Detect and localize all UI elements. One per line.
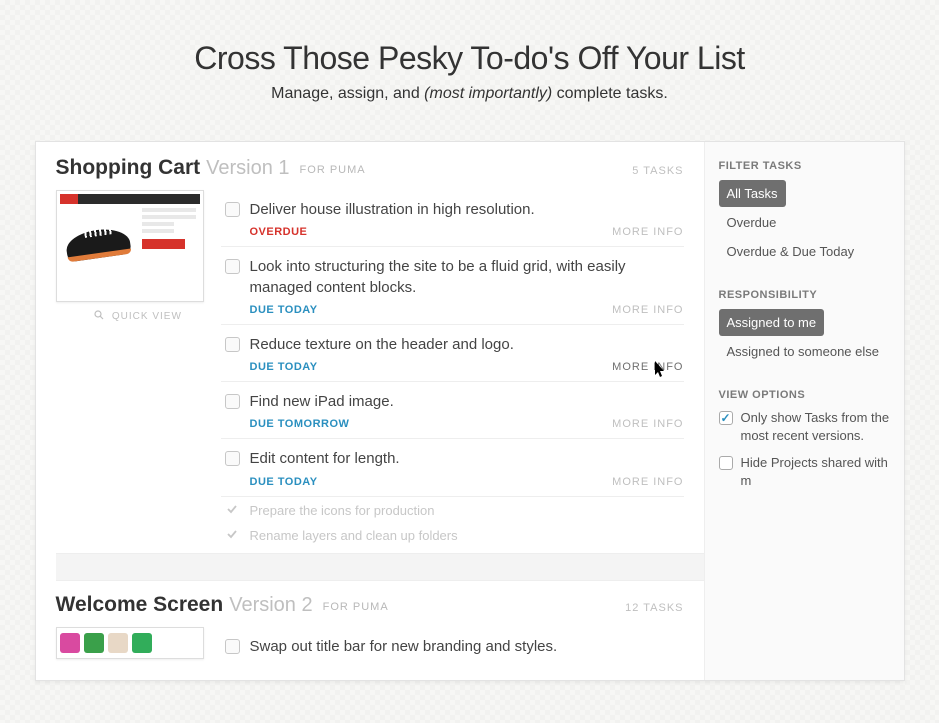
task-checkbox[interactable] — [225, 259, 240, 274]
check-icon — [225, 528, 240, 543]
section-header: Welcome Screen Version 2 FOR PUMA 12 TAS… — [56, 593, 704, 617]
filter-overdue[interactable]: Overdue — [719, 209, 890, 236]
more-info-button[interactable]: MORE INFO — [612, 418, 683, 430]
task-row: Edit content for length. DUE TODAY MORE … — [221, 439, 684, 496]
sidebar-heading-responsibility: RESPONSIBILITY — [719, 289, 890, 301]
task-checkbox[interactable] — [225, 337, 240, 352]
task-row: Find new iPad image. DUE TOMORROW MORE I… — [221, 382, 684, 439]
more-info-button[interactable]: MORE INFO — [612, 361, 683, 373]
sidebar-heading-view-options: VIEW OPTIONS — [719, 389, 890, 401]
section-title: Welcome Screen — [56, 593, 224, 617]
more-info-button[interactable]: MORE INFO — [612, 304, 683, 316]
screen-thumbnail[interactable] — [56, 627, 204, 659]
task-row: Swap out title bar for new branding and … — [221, 627, 684, 665]
task-row: Look into structuring the site to be a f… — [221, 247, 684, 325]
task-checkbox[interactable] — [225, 202, 240, 217]
more-info-button[interactable]: MORE INFO — [612, 476, 683, 488]
view-option-hide-shared[interactable]: Hide Projects shared with m — [719, 454, 890, 489]
task-checkbox[interactable] — [225, 394, 240, 409]
task-text: Look into structuring the site to be a f… — [250, 257, 684, 298]
cursor-icon — [654, 361, 668, 379]
task-text: Edit content for length. — [250, 449, 400, 469]
section-task-count: 12 TASKS — [625, 602, 683, 614]
task-text: Deliver house illustration in high resol… — [250, 200, 535, 220]
section-header: Shopping Cart Version 1 FOR PUMA 5 TASKS — [56, 156, 704, 180]
checkbox-icon[interactable] — [719, 411, 733, 425]
tasks-panel: Shopping Cart Version 1 FOR PUMA 5 TASKS — [35, 141, 905, 681]
completed-task-row: Prepare the icons for production — [221, 497, 684, 522]
checkbox-icon[interactable] — [719, 456, 733, 470]
filter-overdue-due-today[interactable]: Overdue & Due Today — [719, 238, 890, 265]
completed-task-row: Rename layers and clean up folders — [221, 522, 684, 547]
screen-thumbnail[interactable] — [56, 190, 204, 302]
responsibility-assigned-to-someone-else[interactable]: Assigned to someone else — [719, 338, 890, 365]
more-info-button[interactable]: MORE INFO — [612, 226, 683, 238]
page-subtitle: Manage, assign, and (most importantly) c… — [20, 85, 919, 103]
section-client: FOR PUMA — [323, 601, 389, 613]
due-badge: DUE TODAY — [250, 304, 318, 316]
task-checkbox[interactable] — [225, 639, 240, 654]
task-text: Find new iPad image. — [250, 392, 394, 412]
filter-sidebar: FILTER TASKS All Tasks Overdue Overdue &… — [704, 142, 904, 680]
check-icon — [225, 503, 240, 518]
section-version: Version 2 — [229, 594, 312, 617]
task-text: Swap out title bar for new branding and … — [250, 637, 558, 657]
due-badge: DUE TODAY — [250, 476, 318, 488]
search-icon — [94, 310, 104, 323]
due-badge: DUE TOMORROW — [250, 418, 350, 430]
task-row: Deliver house illustration in high resol… — [221, 190, 684, 247]
filter-all-tasks[interactable]: All Tasks — [719, 180, 786, 207]
section-task-count: 5 TASKS — [632, 165, 683, 177]
due-badge: DUE TODAY — [250, 361, 318, 373]
task-text: Reduce texture on the header and logo. — [250, 335, 514, 355]
responsibility-assigned-to-me[interactable]: Assigned to me — [719, 309, 825, 336]
section-title: Shopping Cart — [56, 156, 201, 180]
page-title: Cross Those Pesky To-do's Off Your List — [20, 40, 919, 77]
section-divider — [56, 553, 704, 581]
section-client: FOR PUMA — [300, 164, 366, 176]
section-version: Version 1 — [206, 157, 289, 180]
task-checkbox[interactable] — [225, 451, 240, 466]
sidebar-heading-filter: FILTER TASKS — [719, 160, 890, 172]
due-badge: OVERDUE — [250, 226, 308, 238]
quick-view-button[interactable]: QUICK VIEW — [56, 310, 221, 323]
task-row: Reduce texture on the header and logo. D… — [221, 325, 684, 382]
view-option-recent-versions[interactable]: Only show Tasks from the most recent ver… — [719, 409, 890, 444]
